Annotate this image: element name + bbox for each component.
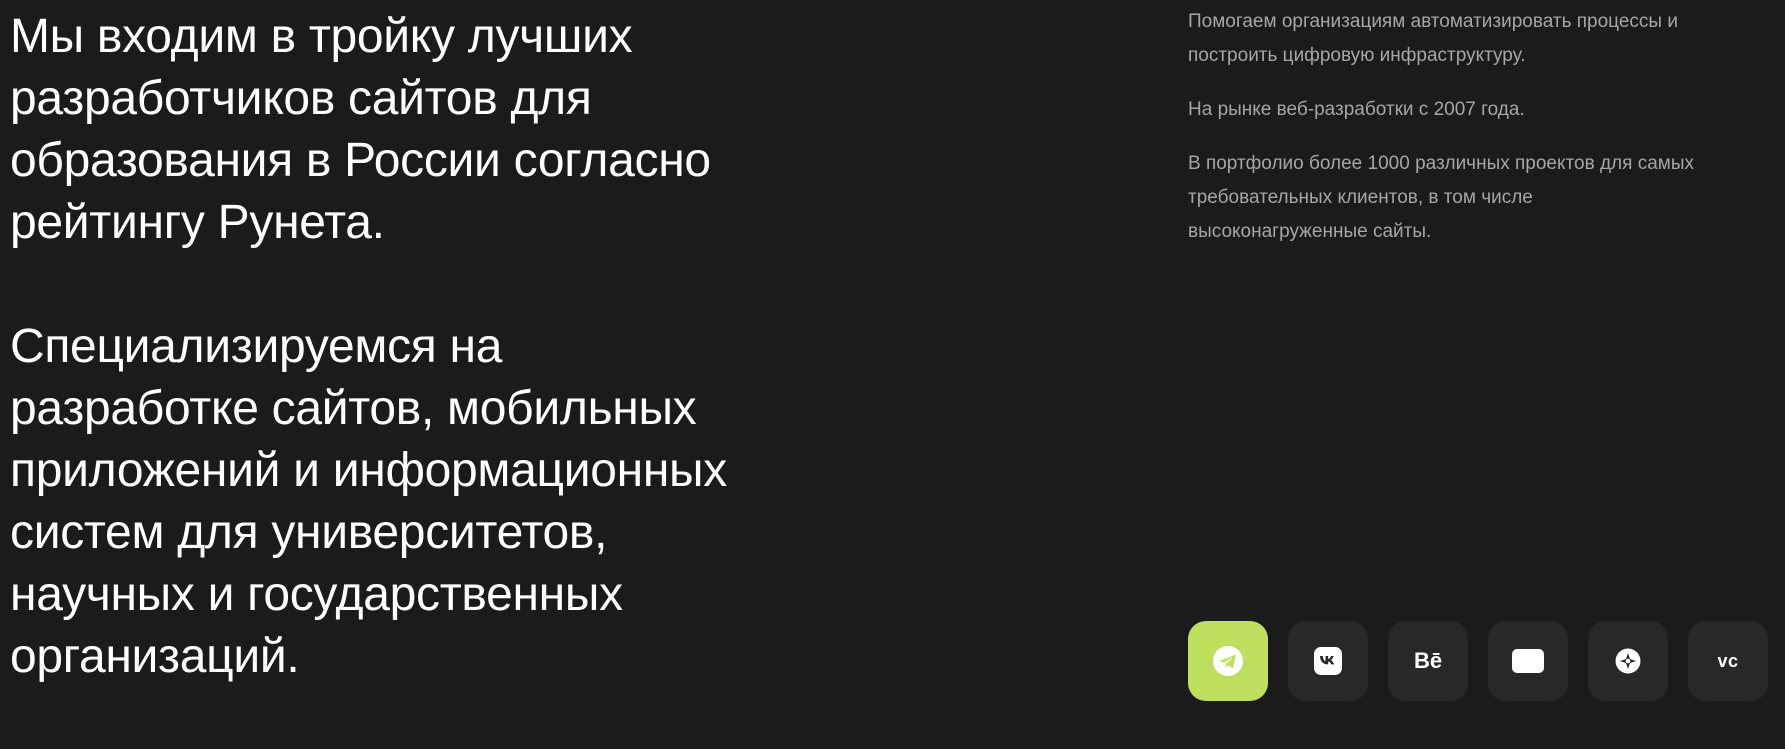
vc-icon: vc xyxy=(1717,650,1739,671)
headline-line: систем для университетов, xyxy=(10,506,608,559)
vk-button[interactable] xyxy=(1288,621,1368,701)
headline-line: организаций. xyxy=(10,630,300,683)
behance-icon: Bē xyxy=(1413,648,1443,673)
info-paragraph-since: На рынке веб-разработки с 2007 года. xyxy=(1188,93,1748,127)
info-paragraph-portfolio: В портфолио более 1000 различных проекто… xyxy=(1188,147,1748,249)
info-line: Помогаем организациям автоматизировать п… xyxy=(1188,11,1678,32)
company-info: Помогаем организациям автоматизировать п… xyxy=(1188,5,1748,269)
info-line: высоконагруженные сайты. xyxy=(1188,221,1432,242)
behance-button[interactable]: Bē xyxy=(1388,621,1468,701)
dribbble-button[interactable] xyxy=(1588,621,1668,701)
info-line: требовательных клиентов, в том числе xyxy=(1188,187,1533,208)
vc-button[interactable]: vc xyxy=(1688,621,1768,701)
vk-icon xyxy=(1314,647,1342,675)
headline-line: приложений и информационных xyxy=(10,444,727,497)
headline-specialization: Специализируемся на разработке сайтов, м… xyxy=(10,316,830,688)
telegram-icon xyxy=(1213,646,1243,676)
info-line: На рынке веб-разработки с 2007 года. xyxy=(1188,99,1525,120)
dribbble-icon xyxy=(1615,648,1641,674)
info-line: В портфолио более 1000 различных проекто… xyxy=(1188,153,1694,174)
headline-line: разработчиков сайтов для xyxy=(10,72,592,125)
telegram-button[interactable] xyxy=(1188,621,1268,701)
headline-line: Специализируемся на xyxy=(10,320,503,373)
youtube-icon xyxy=(1512,649,1544,673)
headline-line: разработке сайтов, мобильных xyxy=(10,382,697,435)
social-links: Bē vc xyxy=(1188,621,1768,701)
info-line: построить цифровую инфраструктуру. xyxy=(1188,45,1526,66)
headline-line: рейтингу Рунета. xyxy=(10,196,385,249)
youtube-button[interactable] xyxy=(1488,621,1568,701)
headline-line: Мы входим в тройку лучших xyxy=(10,10,633,63)
headline-line: образования в России согласно xyxy=(10,134,711,187)
hero-headlines: Мы входим в тройку лучших разработчиков … xyxy=(10,6,830,688)
info-paragraph-automation: Помогаем организациям автоматизировать п… xyxy=(1188,5,1748,73)
headline-line: научных и государственных xyxy=(10,568,623,621)
headline-ranking: Мы входим в тройку лучших разработчиков … xyxy=(10,6,830,254)
